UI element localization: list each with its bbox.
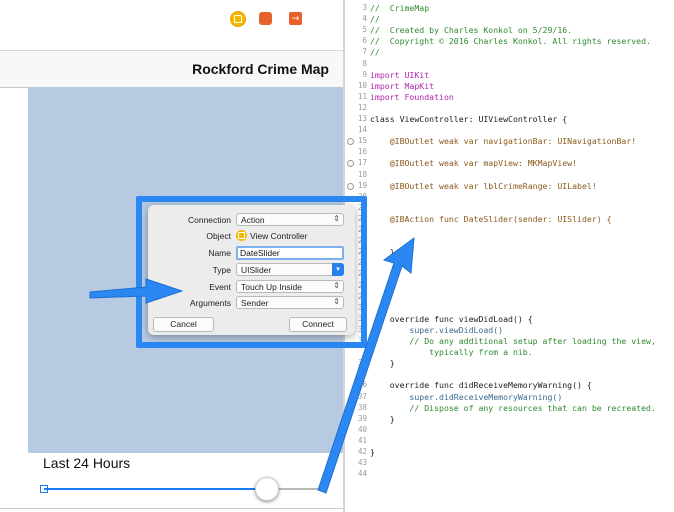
connection-row: Connection Action ⇕ xyxy=(148,213,355,228)
chevron-updown-icon: ⇕ xyxy=(333,214,340,223)
code-line[interactable]: @IBOutlet weak var navigationBar: UINavi… xyxy=(370,135,636,147)
arguments-row: Arguments Sender ⇕ xyxy=(148,296,355,311)
code-line[interactable]: // Dispose of any resources that can be … xyxy=(370,402,655,414)
name-field[interactable] xyxy=(236,246,344,260)
chevron-updown-icon: ⇕ xyxy=(333,297,340,306)
code-line[interactable]: // Copyright © 2016 Charles Konkol. All … xyxy=(370,35,651,47)
arguments-value: Sender xyxy=(241,298,269,308)
object-row: Object View Controller xyxy=(148,229,355,244)
code-line[interactable]: } xyxy=(370,413,395,425)
chevron-updown-icon: ⇕ xyxy=(333,281,340,290)
object-value: View Controller xyxy=(250,230,308,241)
code-line[interactable]: } xyxy=(370,246,395,258)
code-line[interactable]: // xyxy=(370,46,380,58)
code-line[interactable]: import Foundation xyxy=(370,91,454,103)
code-editor[interactable]: 3 4 5 6 7 8 9 10 11 12 13 14 15 16 17 18 19 20 21 22 23 24 25 2… xyxy=(345,0,674,512)
code-line[interactable]: @IBOutlet weak var mapView: MKMapView! xyxy=(370,157,577,169)
name-row: Name xyxy=(148,246,355,261)
code-line[interactable]: @IBAction func DateSlider(sender: UISlid… xyxy=(370,213,612,225)
line-number: 44 xyxy=(357,469,367,479)
name-label: Name xyxy=(208,248,231,258)
slider-track-remaining[interactable] xyxy=(277,488,322,490)
object-label: Object xyxy=(206,231,231,241)
code-line[interactable]: @IBOutlet weak var lblCrimeRange: UILabe… xyxy=(370,180,597,192)
date-slider-thumb[interactable] xyxy=(255,477,279,501)
cancel-button[interactable]: Cancel xyxy=(153,317,214,332)
connect-button[interactable]: Connect xyxy=(289,317,347,332)
crime-range-label[interactable]: Last 24 Hours xyxy=(43,455,130,471)
navigation-bar[interactable]: Rockford Crime Map xyxy=(0,50,343,88)
connection-value: Action xyxy=(241,215,265,225)
event-value: Touch Up Inside xyxy=(241,282,302,292)
code-line[interactable]: } xyxy=(370,357,395,369)
outlet-connection-icon[interactable] xyxy=(347,182,354,190)
divider xyxy=(0,508,343,509)
event-select[interactable]: Touch Up Inside ⇕ xyxy=(236,280,344,293)
exit-icon[interactable] xyxy=(289,12,302,25)
arguments-label: Arguments xyxy=(189,298,231,308)
type-label: Type xyxy=(212,265,231,275)
slider-track[interactable] xyxy=(44,488,274,490)
connection-label: Connection xyxy=(187,215,231,225)
chevron-down-icon[interactable]: ▾ xyxy=(332,263,344,276)
first-responder-icon[interactable] xyxy=(259,12,272,25)
code-line[interactable]: } xyxy=(370,446,375,458)
type-row: Type UISlider ▾ xyxy=(148,263,355,278)
connection-popover: Connection Action ⇕ Object View Controll… xyxy=(148,205,355,335)
nav-title: Rockford Crime Map xyxy=(192,61,329,77)
view-controller-icon[interactable] xyxy=(231,12,245,26)
event-label: Event xyxy=(209,282,231,292)
event-row: Event Touch Up Inside ⇕ xyxy=(148,280,355,295)
code-line[interactable]: class ViewController: UIViewController { xyxy=(370,113,567,125)
scene-dock xyxy=(0,0,343,40)
view-controller-icon xyxy=(236,230,247,241)
connection-select[interactable]: Action ⇕ xyxy=(236,213,344,226)
arguments-select[interactable]: Sender ⇕ xyxy=(236,296,344,309)
type-combobox[interactable]: UISlider ▾ xyxy=(236,263,344,276)
type-value: UISlider xyxy=(241,265,272,275)
